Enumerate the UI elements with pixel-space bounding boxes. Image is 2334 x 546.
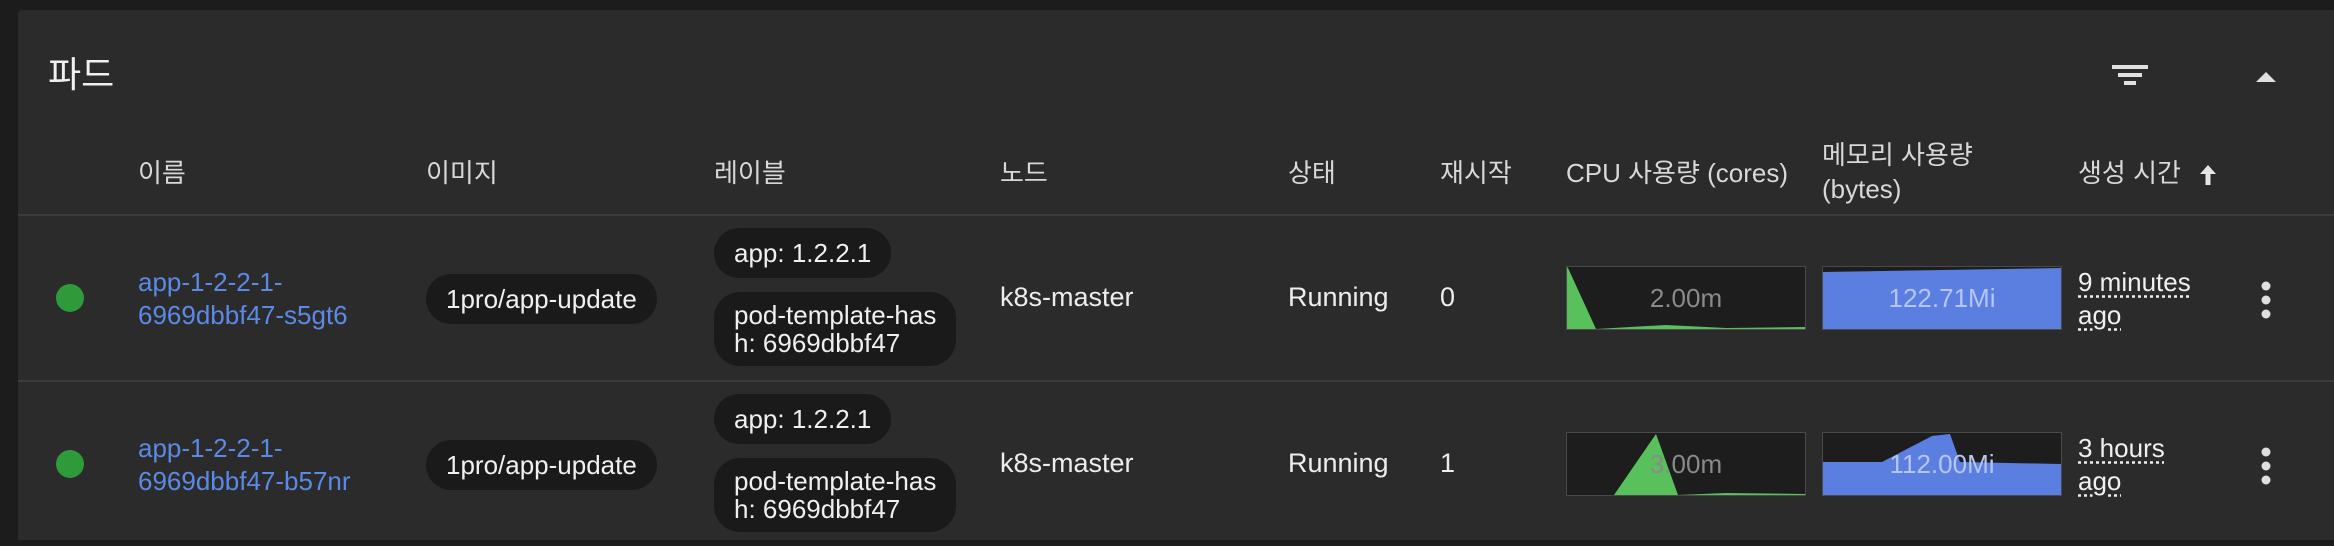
row-menu-button[interactable]	[2256, 444, 2276, 488]
age-line2: ago	[2078, 466, 2122, 496]
status-text: Running	[1288, 282, 1389, 312]
column-header-created[interactable]: 생성 시간	[2078, 156, 2218, 194]
pods-card: 파드 이름 이미지 레이블 노드 상태 재시작 CPU 사용량 (cores) …	[18, 10, 2334, 540]
column-header-image: 이미지	[426, 158, 498, 188]
label-chip-line1: pod-template-has	[734, 466, 937, 496]
memory-value: 122.71Mi	[1888, 283, 1996, 313]
image-chip: 1pro/app-update	[426, 274, 657, 324]
column-header-memory: 메모리 사용량 (bytes)	[1822, 138, 1973, 206]
age-text: 3 hours ago	[2078, 432, 2165, 498]
column-header-memory-line2: (bytes)	[1822, 174, 1902, 204]
column-header-memory-line1: 메모리 사용량	[1822, 140, 1973, 170]
status-text: Running	[1288, 448, 1389, 478]
table-row: app-1-2-2-1- 6969dbbf47-b57nr 1pro/app-u…	[18, 382, 2334, 546]
column-header-labels: 레이블	[714, 158, 786, 188]
node-name: k8s-master	[1000, 448, 1134, 478]
column-header-restarts[interactable]: 재시작	[1440, 156, 1512, 190]
filter-list-icon	[2112, 65, 2148, 85]
more-vert-icon	[2261, 447, 2271, 485]
row-menu-button[interactable]	[2256, 278, 2276, 322]
status-running-icon	[56, 284, 84, 312]
table-header: 이름 이미지 레이블 노드 상태 재시작 CPU 사용량 (cores) 메모리…	[18, 120, 2334, 216]
cpu-value: 2.00m	[1649, 283, 1723, 313]
age-text: 9 minutes ago	[2078, 266, 2191, 332]
restarts-count: 0	[1440, 282, 1456, 312]
node-name: k8s-master	[1000, 282, 1134, 312]
more-vert-icon	[2261, 281, 2271, 319]
age-line1: 9 minutes	[2078, 267, 2191, 297]
pod-name-line1[interactable]: app-1-2-2-1-	[138, 266, 348, 299]
table-row: app-1-2-2-1- 6969dbbf47-s5gt6 1pro/app-u…	[18, 216, 2334, 382]
pod-name-link[interactable]: app-1-2-2-1- 6969dbbf47-b57nr	[138, 432, 351, 498]
cpu-value: 3.00m	[1649, 449, 1723, 479]
age-line1: 3 hours	[2078, 433, 2165, 463]
collapse-button[interactable]	[2246, 58, 2286, 94]
arrow-up-icon	[2256, 72, 2276, 82]
column-header-status[interactable]: 상태	[1288, 156, 1336, 190]
label-chip-line2: h: 6969dbbf47	[734, 328, 901, 358]
pod-name-line2[interactable]: 6969dbbf47-s5gt6	[138, 299, 348, 332]
memory-value: 112.00Mi	[1889, 449, 1995, 479]
card-title: 파드	[48, 54, 115, 95]
filter-button[interactable]	[2108, 54, 2152, 94]
status-running-icon	[56, 450, 84, 478]
label-chip: pod-template-has h: 6969dbbf47	[714, 292, 957, 366]
column-header-node[interactable]: 노드	[1000, 156, 1048, 190]
column-header-name[interactable]: 이름	[138, 156, 186, 190]
age-line2: ago	[2078, 300, 2122, 330]
column-header-created-label: 생성 시간	[2078, 158, 2181, 188]
label-chip-line1: pod-template-has	[734, 300, 937, 330]
restarts-count: 1	[1440, 448, 1456, 478]
label-chip: pod-template-has h: 6969dbbf47	[714, 458, 957, 532]
pod-name-link[interactable]: app-1-2-2-1- 6969dbbf47-s5gt6	[138, 266, 348, 332]
image-chip: 1pro/app-update	[426, 440, 657, 490]
label-chip: app: 1.2.2.1	[714, 394, 892, 444]
label-chip: app: 1.2.2.1	[714, 228, 892, 278]
column-header-cpu: CPU 사용량 (cores)	[1566, 158, 1788, 188]
label-chip-line2: h: 6969dbbf47	[734, 494, 901, 524]
pod-name-line2[interactable]: 6969dbbf47-b57nr	[138, 465, 351, 498]
arrow-upward-icon	[2198, 160, 2218, 194]
pod-name-line1[interactable]: app-1-2-2-1-	[138, 432, 351, 465]
